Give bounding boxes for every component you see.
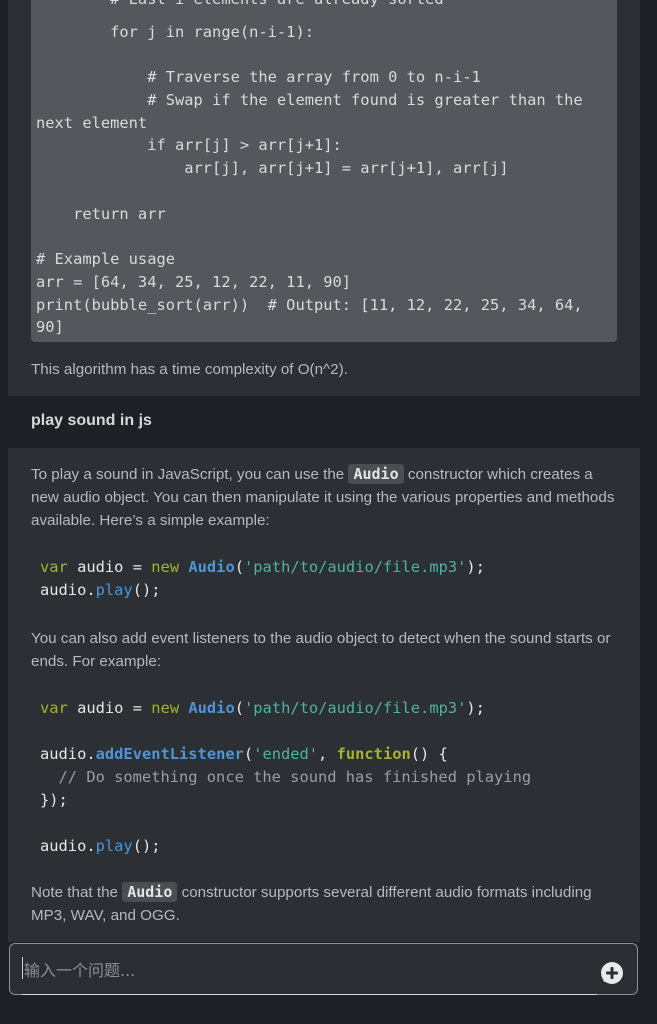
code-line: for j in range(n-i-1): (36, 23, 314, 41)
code-punct: ( (234, 558, 244, 576)
code-line: arr[j], arr[j+1] = arr[j+1], arr[j] (36, 159, 509, 177)
answer-para-2: You can also add event listeners to the … (31, 630, 611, 670)
answer-intro-text-1: To play a sound in JavaScript, you can u… (31, 466, 345, 483)
answer-intro: To play a sound in JavaScript, you can u… (31, 463, 621, 532)
code-keyword: new (151, 699, 180, 717)
code-punct: (); (132, 837, 161, 855)
code-line: 90] (36, 318, 64, 336)
code-identifier: audio (40, 745, 87, 763)
code-string: 'path/to/audio/file.mp3' (244, 558, 467, 576)
question-input[interactable] (22, 954, 586, 986)
code-keyword: var (40, 558, 68, 576)
code-punct: . (86, 581, 96, 599)
code-operator: = (132, 558, 142, 576)
code-string: 'ended' (253, 745, 319, 763)
complexity-note: This algorithm has a time complexity of … (31, 361, 348, 378)
add-circle-icon[interactable] (599, 960, 625, 986)
code-class: Audio (188, 699, 235, 717)
input-underline (22, 994, 597, 995)
code-operator: = (132, 699, 142, 717)
code-comment: // Do something once the sound has finis… (40, 768, 532, 786)
code-identifier: audio (40, 581, 87, 599)
answer-note: Note that the Audio constructor supports… (31, 881, 621, 927)
code-keyword: var (40, 699, 68, 717)
code-line: if arr[j] > arr[j+1]: (36, 136, 342, 154)
answer-note-text-1: Note that the (31, 884, 118, 901)
code-punct: . (86, 837, 96, 855)
code-method: addEventListener (95, 745, 244, 763)
code-line: print(bubble_sort(arr)) # Output: [11, 1… (36, 296, 583, 314)
code-keyword: function (336, 745, 411, 763)
code-line: # Traverse the array from 0 to n-i-1 (36, 68, 481, 86)
code-punct: ( (234, 699, 244, 717)
inline-code-audio: Audio (348, 464, 404, 484)
code-punct: ( (243, 745, 254, 763)
code-punct: }); (40, 791, 68, 809)
text-caret (22, 957, 23, 979)
code-method: play (95, 837, 133, 855)
code-line: # Swap if the element found is greater t… (36, 91, 583, 109)
user-question: play sound in js (31, 412, 152, 429)
code-punct: ); (466, 558, 485, 576)
code-line: # Example usage (36, 250, 175, 268)
code-identifier: audio (40, 837, 87, 855)
code-string: 'path/to/audio/file.mp3' (244, 699, 467, 717)
js-code-block-2: var audio = new Audio('path/to/audio/fil… (40, 697, 531, 858)
code-line: return arr (36, 205, 166, 223)
code-punct: . (86, 745, 96, 763)
code-punct: () { (410, 745, 448, 763)
code-identifier: audio (77, 558, 124, 576)
code-line: arr = [64, 34, 25, 12, 22, 11, 90] (36, 273, 352, 291)
code-keyword: new (151, 558, 180, 576)
code-punct: ); (466, 699, 485, 717)
inline-code-audio-2: Audio (122, 882, 178, 902)
code-line: next element (36, 114, 148, 132)
code-punct: (); (132, 581, 161, 599)
code-class: Audio (188, 558, 235, 576)
python-code-block: # Last i elements are already sorted for… (31, 0, 617, 342)
question-input-box[interactable] (9, 943, 638, 995)
code-punct: , (318, 745, 328, 763)
js-code-block-1: var audio = new Audio('path/to/audio/fil… (40, 556, 485, 602)
code-method: play (95, 581, 133, 599)
code-identifier: audio (77, 699, 124, 717)
code-line: # Last i elements are already sorted (36, 0, 444, 11)
